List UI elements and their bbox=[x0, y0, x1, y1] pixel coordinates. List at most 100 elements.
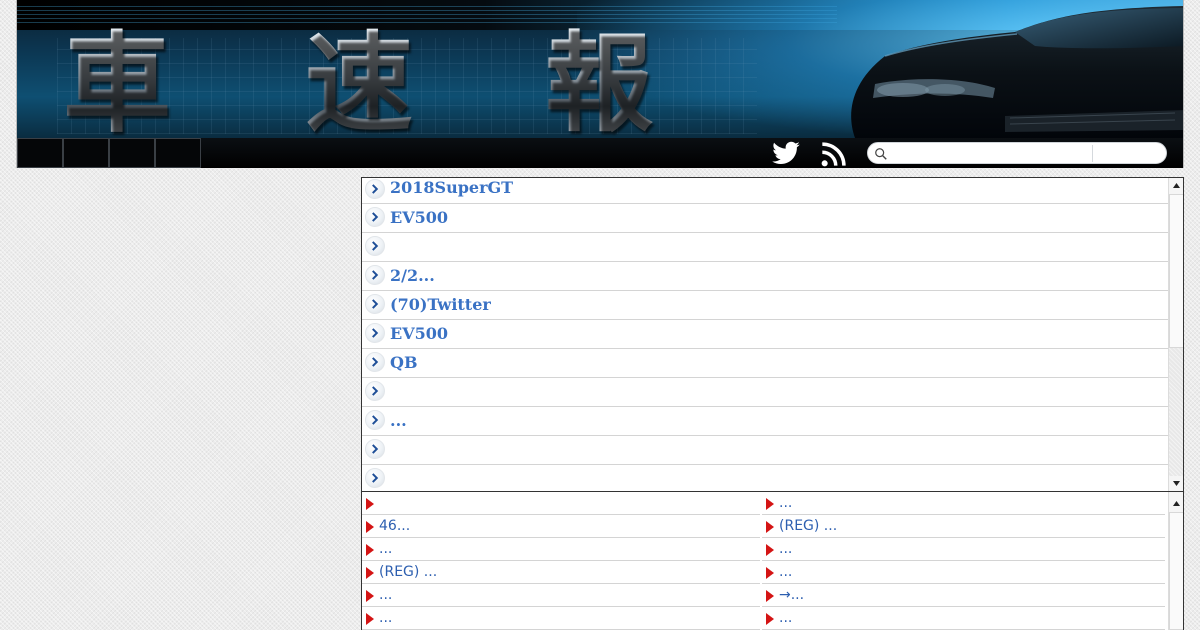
link-grid-text[interactable]: (REG) ... bbox=[379, 561, 437, 584]
headline-link[interactable]: (70)Twitter bbox=[390, 295, 491, 315]
link-grid-item[interactable]: ... bbox=[362, 538, 760, 561]
nav-item-3[interactable] bbox=[109, 138, 155, 168]
link-grid-row: 46... (REG) ... bbox=[362, 515, 1168, 538]
nav-item-2[interactable] bbox=[63, 138, 109, 168]
link-grid-scrollbar[interactable] bbox=[1168, 492, 1184, 630]
link-grid-text[interactable]: ... bbox=[379, 538, 392, 561]
rss-link[interactable] bbox=[819, 140, 849, 168]
link-grid-item[interactable] bbox=[362, 492, 760, 515]
red-triangle-icon bbox=[766, 544, 774, 556]
link-grid-item[interactable]: ... bbox=[762, 607, 1165, 630]
scroll-up-arrow-icon[interactable] bbox=[1169, 496, 1184, 511]
nav-item-1[interactable] bbox=[17, 138, 63, 168]
link-grid-text[interactable]: →... bbox=[779, 584, 804, 607]
magnifier-icon[interactable] bbox=[874, 147, 888, 161]
link-grid-row: ...... bbox=[362, 607, 1168, 630]
headline-row[interactable]: (70)Twitter bbox=[362, 291, 1168, 320]
red-triangle-icon bbox=[766, 590, 774, 602]
link-grid-row: ... →... bbox=[362, 584, 1168, 607]
headline-row[interactable]: EV500 bbox=[362, 204, 1168, 233]
nav-item-4[interactable] bbox=[155, 138, 201, 168]
headline-panel[interactable]: 2018SuperGT EV500 2/2... (70)Twitter EV500 QB… bbox=[361, 177, 1184, 492]
link-grid: ... 46... (REG) ......... (REG) ......... →.… bbox=[362, 492, 1168, 630]
link-grid-text[interactable]: 46... bbox=[379, 515, 410, 538]
link-grid-item[interactable]: 46... bbox=[362, 515, 760, 538]
headline-link[interactable]: 2/2... bbox=[390, 266, 435, 286]
red-triangle-icon bbox=[766, 567, 774, 579]
twitter-link[interactable] bbox=[769, 138, 803, 168]
link-grid-text[interactable]: ... bbox=[779, 538, 792, 561]
headline-row[interactable]: ... bbox=[362, 407, 1168, 436]
logo-char-3: 報 bbox=[545, 21, 654, 147]
link-grid-item[interactable]: (REG) ... bbox=[362, 561, 760, 584]
headline-scrollbar[interactable] bbox=[1168, 178, 1184, 491]
link-grid-text[interactable]: (REG) ... bbox=[779, 515, 837, 538]
link-grid-item[interactable]: (REG) ... bbox=[762, 515, 1165, 538]
headline-row[interactable]: 2018SuperGT bbox=[362, 178, 1168, 204]
headline-row[interactable] bbox=[362, 233, 1168, 262]
link-grid-item[interactable]: ... bbox=[762, 538, 1165, 561]
red-triangle-icon bbox=[366, 613, 374, 625]
chevron-right-icon bbox=[365, 439, 385, 459]
link-grid-item[interactable]: ... bbox=[762, 492, 1165, 515]
red-triangle-icon bbox=[366, 590, 374, 602]
link-grid-text[interactable]: ... bbox=[779, 607, 792, 630]
headline-link[interactable]: EV500 bbox=[390, 324, 448, 344]
red-triangle-icon bbox=[366, 544, 374, 556]
link-grid-text[interactable]: ... bbox=[379, 607, 392, 630]
car-image bbox=[851, 6, 1183, 138]
headline-link[interactable]: ... bbox=[390, 411, 407, 431]
headline-row[interactable] bbox=[362, 465, 1168, 491]
chevron-right-icon bbox=[365, 179, 385, 199]
headline-row[interactable] bbox=[362, 436, 1168, 465]
headline-list: 2018SuperGT EV500 2/2... (70)Twitter EV500 QB… bbox=[362, 178, 1168, 491]
headline-link[interactable]: 2018SuperGT bbox=[390, 178, 513, 198]
scroll-thumb[interactable] bbox=[1169, 194, 1183, 348]
site-header: 車 速 報 bbox=[16, 0, 1184, 168]
scroll-up-arrow-icon[interactable] bbox=[1169, 178, 1184, 193]
chevron-right-icon bbox=[365, 294, 385, 314]
headline-link[interactable]: EV500 bbox=[390, 208, 448, 228]
link-grid-row: (REG) ...... bbox=[362, 561, 1168, 584]
chevron-right-icon bbox=[365, 323, 385, 343]
chevron-right-icon bbox=[365, 468, 385, 488]
red-triangle-icon bbox=[766, 613, 774, 625]
headline-row[interactable] bbox=[362, 378, 1168, 407]
red-triangle-icon bbox=[766, 498, 774, 510]
link-grid-text[interactable]: ... bbox=[779, 561, 792, 584]
scroll-down-arrow-icon[interactable] bbox=[1169, 476, 1184, 491]
link-grid-text[interactable]: ... bbox=[779, 492, 792, 515]
link-grid-item[interactable]: ... bbox=[362, 607, 760, 630]
chevron-right-icon bbox=[365, 410, 385, 430]
headline-row[interactable]: EV500 bbox=[362, 320, 1168, 349]
chevron-right-icon bbox=[365, 381, 385, 401]
red-triangle-icon bbox=[766, 521, 774, 533]
chevron-right-icon bbox=[365, 352, 385, 372]
chevron-right-icon bbox=[365, 236, 385, 256]
search-input[interactable] bbox=[892, 145, 1090, 161]
headline-row[interactable]: QB bbox=[362, 349, 1168, 378]
link-grid-item[interactable]: ... bbox=[762, 561, 1165, 584]
scroll-thumb[interactable] bbox=[1169, 512, 1183, 630]
link-grid-row: ... bbox=[362, 492, 1168, 515]
rss-feed-icon bbox=[821, 142, 846, 167]
link-grid-item[interactable]: →... bbox=[762, 584, 1165, 607]
twitter-bird-icon bbox=[772, 141, 800, 164]
chevron-right-icon bbox=[365, 265, 385, 285]
link-grid-text[interactable]: ... bbox=[379, 584, 392, 607]
headline-row[interactable]: 2/2... bbox=[362, 262, 1168, 291]
red-triangle-icon bbox=[366, 567, 374, 579]
red-triangle-icon bbox=[366, 521, 374, 533]
chevron-right-icon bbox=[365, 207, 385, 227]
link-grid-panel[interactable]: ... 46... (REG) ......... (REG) ......... →.… bbox=[361, 492, 1184, 630]
link-grid-item[interactable]: ... bbox=[362, 584, 760, 607]
site-logo[interactable]: 車 速 報 bbox=[17, 0, 757, 147]
link-grid-row: ...... bbox=[362, 538, 1168, 561]
logo-char-2: 速 bbox=[305, 21, 414, 147]
scroll-track bbox=[1169, 348, 1183, 476]
red-triangle-icon bbox=[366, 498, 374, 510]
search-box bbox=[867, 142, 1167, 164]
logo-char-1: 車 bbox=[63, 21, 172, 147]
header-banner: 車 速 報 bbox=[17, 0, 1183, 147]
headline-link[interactable]: QB bbox=[390, 353, 417, 373]
